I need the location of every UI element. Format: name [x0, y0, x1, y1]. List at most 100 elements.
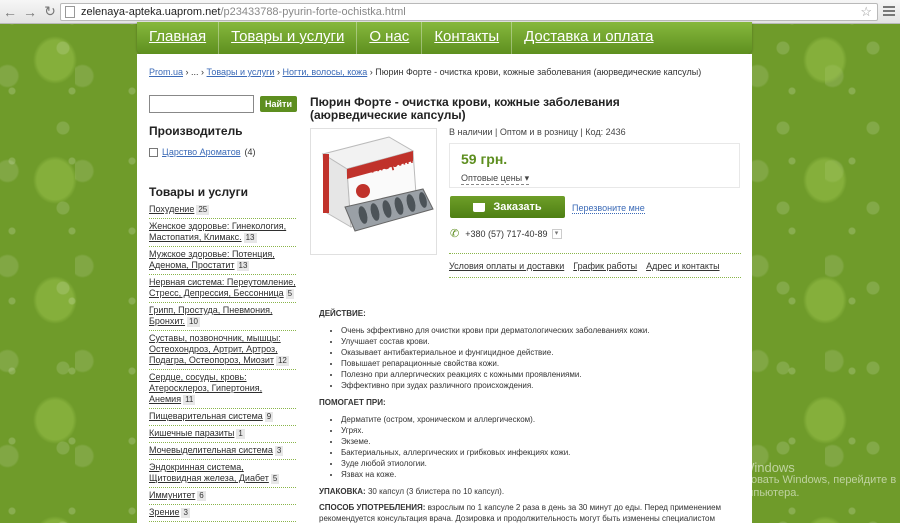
divider	[449, 253, 741, 254]
category-item[interactable]: Мужское здоровье: Потенция, Аденома, Про…	[149, 247, 296, 275]
search-input[interactable]	[149, 95, 254, 113]
category-item[interactable]: Грипп, Простуда, Пневмония, Бронхит. 10	[149, 303, 296, 331]
usage-label: СПОСОБ УПОТРЕБЛЕНИЯ:	[319, 503, 426, 512]
category-link[interactable]: Зрение	[149, 507, 179, 517]
category-count-badge: 5	[270, 474, 280, 484]
package-label: УПАКОВКА:	[319, 487, 366, 496]
order-button-label: Заказать	[493, 201, 542, 213]
content-panel: Prom.ua › ... › Товары и услуги › Ногти,…	[137, 54, 752, 523]
reload-icon[interactable]: ↻	[40, 2, 60, 22]
category-link[interactable]: Эндокринная система, Щитовидная железа, …	[149, 462, 269, 483]
category-link[interactable]: Иммунитет	[149, 490, 195, 500]
list-item: Угрях.	[341, 425, 734, 436]
manufacturer-checkbox[interactable]	[149, 147, 158, 157]
category-link[interactable]: Нервная система: Переутомление, Стресс, …	[149, 277, 296, 298]
nav-contacts[interactable]: Контакты	[422, 22, 513, 54]
category-item[interactable]: Пищеварительная система 9	[149, 409, 296, 426]
helps-list: Дерматите (остром, хроническом и аллерги…	[319, 414, 734, 480]
category-item[interactable]: Иммунитет 6	[149, 488, 296, 505]
nav-products[interactable]: Товары и услуги	[219, 22, 358, 54]
category-link[interactable]: Женское здоровье: Гинекология, Мастопати…	[149, 221, 286, 242]
breadcrumb-products[interactable]: Товары и услуги	[207, 67, 275, 77]
list-item: Оказывает антибактериальное и фунгицидно…	[341, 347, 734, 358]
category-count-badge: 11	[183, 395, 196, 405]
schedule-link[interactable]: График работы	[573, 261, 637, 271]
phone-icon: ✆	[450, 228, 460, 240]
back-icon[interactable]: ←	[0, 2, 20, 22]
nav-delivery[interactable]: Доставка и оплата	[512, 22, 665, 54]
url-host: zelenaya-apteka.uaprom.net	[81, 6, 221, 18]
action-heading: ДЕЙСТВИЕ:	[319, 309, 366, 318]
category-item[interactable]: Похудение 25	[149, 202, 296, 219]
main-nav: Главная Товары и услуги О нас Контакты Д…	[137, 22, 752, 54]
category-link[interactable]: Похудение	[149, 204, 194, 214]
info-links: Условия оплаты и доставки График работы …	[449, 261, 720, 271]
breadcrumb-ellipsis: ...	[191, 67, 199, 77]
category-item[interactable]: Суставы, позвоночник, мышцы: Остеохондро…	[149, 331, 296, 370]
category-item[interactable]: Зрение 3	[149, 505, 296, 522]
category-item[interactable]: Мочевыделительная система 3	[149, 443, 296, 460]
address-bar[interactable]: zelenaya-apteka.uaprom.net/p23433788-pyu…	[60, 3, 878, 21]
browser-menu-icon[interactable]	[882, 4, 896, 18]
list-item: Полезно при аллергических реакциях с кож…	[341, 369, 734, 380]
list-item: Бактериальных, аллергических и грибковых…	[341, 447, 734, 458]
breadcrumb-current: Пюрин Форте - очистка крови, кожные забо…	[375, 67, 702, 77]
list-item: Эффективно при зудах различного происхож…	[341, 380, 734, 391]
package-info: УПАКОВКА: 30 капсул (3 блистера по 10 ка…	[319, 486, 734, 497]
category-count-badge: 9	[264, 412, 274, 422]
package-text: 30 капсул (3 блистера по 10 капсул).	[367, 487, 505, 496]
category-count-badge: 25	[196, 205, 210, 215]
product-meta: В наличии | Оптом и в розницу | Код: 243…	[449, 127, 626, 137]
windows-activation-watermark: Активация Windows Чтобы активировать Win…	[675, 461, 896, 500]
phone-dropdown-icon[interactable]: ▾	[551, 228, 562, 239]
bookmark-star-icon[interactable]: ☆	[860, 4, 872, 20]
nav-home[interactable]: Главная	[137, 22, 220, 54]
category-link[interactable]: Сердце, сосуды, кровь: Атеросклероз, Гип…	[149, 372, 262, 404]
address-link[interactable]: Адрес и контакты	[646, 261, 719, 271]
list-item: Экземе.	[341, 436, 734, 447]
breadcrumb-prom[interactable]: Prom.ua	[149, 67, 183, 77]
categories-title: Товары и услуги	[149, 185, 248, 199]
phone-number[interactable]: +380 (57) 717-40-89	[465, 229, 547, 239]
category-item[interactable]: Сердце, сосуды, кровь: Атеросклероз, Гип…	[149, 370, 296, 409]
page-icon	[65, 6, 75, 18]
order-button[interactable]: Заказать	[450, 196, 565, 218]
nav-about[interactable]: О нас	[357, 22, 423, 54]
category-item[interactable]: Эндокринная система, Щитовидная железа, …	[149, 460, 296, 488]
category-count-badge: 13	[243, 233, 257, 243]
watermark-title: Активация Windows	[675, 460, 795, 475]
callback-link[interactable]: Перезвоните мне	[572, 203, 645, 214]
url-path: /p23433788-pyurin-forte-ochistka.html	[220, 6, 406, 18]
product-image[interactable]: Пюрин	[310, 128, 437, 255]
phone-block: ✆ +380 (57) 717-40-89 ▾	[450, 227, 562, 240]
category-count-badge: 10	[187, 317, 200, 327]
breadcrumb-category[interactable]: Ногти, волосы, кожа	[282, 67, 367, 77]
manufacturer-title: Производитель	[149, 124, 243, 138]
breadcrumb: Prom.ua › ... › Товары и услуги › Ногти,…	[149, 67, 702, 77]
search-button[interactable]: Найти	[260, 96, 297, 112]
manufacturer-count: (4)	[244, 147, 256, 157]
category-link[interactable]: Мужское здоровье: Потенция, Аденома, Про…	[149, 249, 275, 270]
category-item[interactable]: Кишечные паразиты 1	[149, 426, 296, 443]
divider	[449, 277, 741, 278]
category-link[interactable]: Грипп, Простуда, Пневмония, Бронхит.	[149, 305, 273, 326]
category-link[interactable]: Мочевыделительная система	[149, 445, 273, 455]
watermark-line: Чтобы активировать Windows, перейдите в	[675, 474, 897, 486]
payment-delivery-link[interactable]: Условия оплаты и доставки	[449, 261, 564, 271]
categories-list: Похудение 25 Женское здоровье: Гинекология…	[149, 202, 296, 522]
wholesale-prices-toggle[interactable]: Оптовые цены ▾	[461, 173, 530, 185]
category-count-badge: 6	[197, 491, 206, 501]
category-link[interactable]: Пищеварительная система	[149, 411, 263, 421]
manufacturer-link[interactable]: Царство Ароматов	[162, 147, 241, 157]
action-list: Очень эффективно для очистки крови при д…	[319, 325, 734, 391]
category-item[interactable]: Нервная система: Переутомление, Стресс, …	[149, 275, 296, 303]
category-item[interactable]: Женское здоровье: Гинекология, Мастопати…	[149, 219, 296, 247]
category-count-badge: 3	[274, 446, 284, 456]
wholesale-prices-label: Оптовые цены	[461, 173, 523, 183]
product-price: 59 грн.	[461, 151, 508, 167]
category-link[interactable]: Суставы, позвоночник, мышцы: Остеохондро…	[149, 333, 281, 365]
manufacturer-filter: Царство Ароматов (4)	[149, 147, 256, 157]
category-link[interactable]: Кишечные паразиты	[149, 428, 234, 438]
list-item: Очень эффективно для очистки крови при д…	[341, 325, 734, 336]
forward-icon[interactable]: →	[20, 2, 40, 22]
